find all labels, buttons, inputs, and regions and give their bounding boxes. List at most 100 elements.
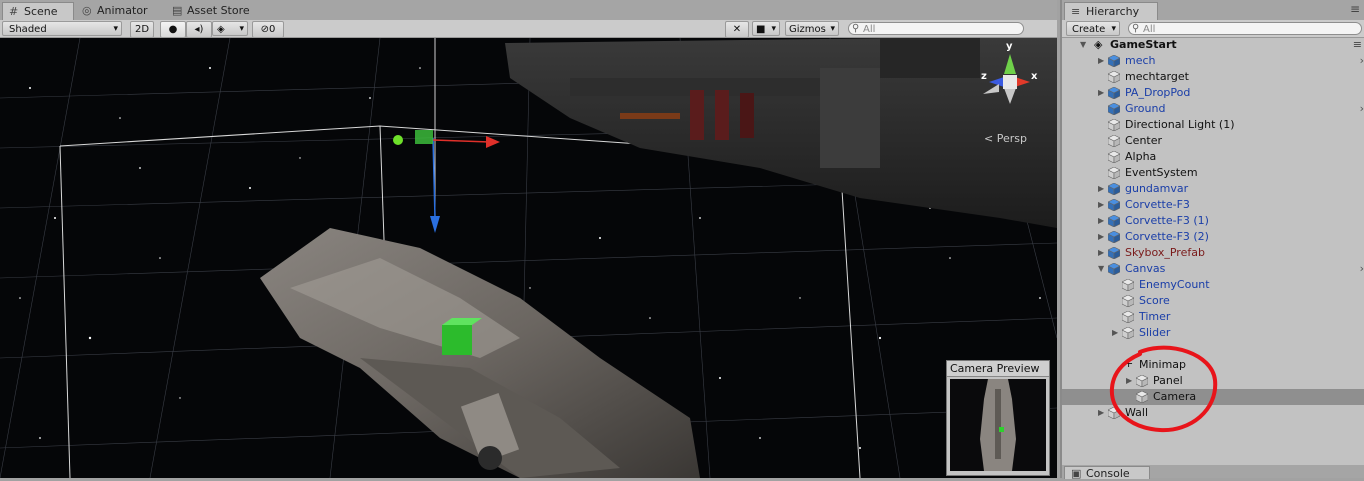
lighting-toggle[interactable]: ●	[160, 21, 186, 38]
console-tab-bar: ▣ Console	[1060, 465, 1364, 480]
hierarchy-item[interactable]: Ground ›	[1062, 101, 1364, 117]
light-bulb-icon: ●	[168, 24, 178, 35]
camera-preview-image	[950, 379, 1046, 471]
console-icon: ▣	[1071, 467, 1082, 480]
axis-z-label: z	[981, 71, 987, 82]
expand-arrow-icon[interactable]: ▶	[1098, 85, 1108, 101]
speaker-icon: ◂)	[194, 24, 204, 35]
prefab-cube-icon	[1107, 262, 1121, 276]
projection-toggle[interactable]: < Persp	[984, 132, 1027, 145]
tab-hierarchy[interactable]: ≡ Hierarchy	[1064, 2, 1158, 21]
expand-arrow-icon[interactable]: ▶	[1098, 181, 1108, 197]
scene-viewport[interactable]: y x z < Persp	[0, 38, 1057, 478]
prefab-cube-icon	[1107, 230, 1121, 244]
expand-arrow-icon[interactable]: ▶	[1098, 53, 1108, 69]
scene-toolbar: Shaded 2D ● ◂) ◈ ⊘0 ✕ ■ Gizmos All	[0, 20, 1057, 38]
gizmos-dropdown[interactable]: Gizmos	[785, 21, 839, 37]
gameobject-cube-icon	[1107, 70, 1121, 84]
hierarchy-item[interactable]: Alpha	[1062, 149, 1364, 165]
gameobject-cube-icon	[1107, 150, 1121, 164]
hierarchy-item-label: Center	[1125, 134, 1163, 147]
collapse-arrow-icon[interactable]: ▼	[1098, 261, 1108, 277]
chevron-right-icon[interactable]: ›	[1360, 261, 1364, 277]
hierarchy-tab-bar: ≡ Hierarchy ≡	[1062, 0, 1364, 21]
camera-preview-title: Camera Preview	[947, 361, 1049, 377]
expand-arrow-icon[interactable]: ▶	[1098, 197, 1108, 213]
prefab-cube-icon	[1107, 102, 1121, 116]
chevron-right-icon[interactable]: ›	[1360, 101, 1364, 117]
hierarchy-search-input[interactable]: All	[1128, 22, 1362, 35]
store-icon: ▤	[172, 4, 183, 17]
scene-search-input[interactable]: All	[848, 22, 1024, 35]
hierarchy-item-label: gundamvar	[1125, 182, 1189, 195]
gameobject-cube-icon	[1121, 326, 1135, 340]
hierarchy-item[interactable]: ▼ Canvas ›	[1062, 261, 1364, 277]
hierarchy-item-label: Skybox_Prefab	[1125, 246, 1205, 259]
tab-animator[interactable]: ◎ Animator	[76, 2, 156, 20]
unity-scene-icon: ◈	[1094, 38, 1103, 51]
tools-button[interactable]: ✕	[725, 21, 749, 38]
effects-dropdown[interactable]: ◈	[212, 21, 248, 37]
hierarchy-item[interactable]: EnemyCount	[1062, 277, 1364, 293]
annotation-circle	[1109, 345, 1218, 433]
window-menu-icon[interactable]: ≡	[1350, 2, 1360, 16]
chevron-right-icon[interactable]: ›	[1360, 53, 1364, 69]
gameobject-cube-icon	[1121, 310, 1135, 324]
hierarchy-item-label: PA_DropPod	[1125, 86, 1191, 99]
axis-y-label: y	[1006, 41, 1013, 52]
hierarchy-item[interactable]: ▶ gundamvar	[1062, 181, 1364, 197]
chevron-left-icon: <	[984, 132, 994, 145]
hierarchy-item[interactable]: Center	[1062, 133, 1364, 149]
tab-scene[interactable]: # Scene	[2, 2, 74, 21]
hierarchy-item-label: EventSystem	[1125, 166, 1198, 179]
hierarchy-item[interactable]: Directional Light (1)	[1062, 117, 1364, 133]
expand-arrow-icon[interactable]: ▶	[1098, 229, 1108, 245]
scene-tab-bar: # Scene ◎ Animator ▤ Asset Store	[0, 0, 1057, 21]
hierarchy-item-label: Timer	[1139, 310, 1171, 323]
expand-arrow-icon[interactable]: ▶	[1112, 325, 1122, 341]
hierarchy-item-label: Corvette-F3 (1)	[1125, 214, 1209, 227]
hierarchy-item[interactable]: ▶ Corvette-F3 (2)	[1062, 229, 1364, 245]
camera-icon: ■	[756, 24, 766, 35]
expand-arrow-icon[interactable]: ▶	[1098, 213, 1108, 229]
tools-icon: ✕	[732, 24, 742, 35]
camera-settings-dropdown[interactable]: ■	[752, 21, 780, 37]
hierarchy-item[interactable]: ▶ Corvette-F3	[1062, 197, 1364, 213]
prefab-cube-icon	[1107, 182, 1121, 196]
tab-console[interactable]: ▣ Console	[1064, 466, 1150, 480]
hierarchy-item[interactable]: EventSystem	[1062, 165, 1364, 181]
create-dropdown[interactable]: Create	[1066, 21, 1120, 37]
scene-menu-icon[interactable]: ≡	[1353, 37, 1362, 53]
hierarchy-item[interactable]: mechtarget	[1062, 69, 1364, 85]
prefab-cube-icon	[1107, 54, 1121, 68]
hierarchy-item-label: Directional Light (1)	[1125, 118, 1235, 131]
orientation-gizmo[interactable]: y x z	[975, 41, 1045, 114]
tab-asset-store[interactable]: ▤ Asset Store	[166, 2, 258, 20]
scene-header-row[interactable]: ▼ ◈ GameStart ≡	[1062, 37, 1364, 53]
prefab-cube-icon	[1107, 86, 1121, 100]
hierarchy-item[interactable]: ▶ Skybox_Prefab	[1062, 245, 1364, 261]
hierarchy-item-label: Ground	[1125, 102, 1166, 115]
hierarchy-item[interactable]: Score	[1062, 293, 1364, 309]
gameobject-cube-icon	[1121, 278, 1135, 292]
prefab-cube-icon	[1107, 246, 1121, 260]
audio-toggle[interactable]: ◂)	[186, 21, 212, 38]
hierarchy-item-label: Slider	[1139, 326, 1171, 339]
corvette-ship	[260, 228, 700, 478]
hierarchy-item[interactable]: Timer	[1062, 309, 1364, 325]
hierarchy-item-label: mech	[1125, 54, 1156, 67]
hierarchy-item[interactable]: ▶ Slider	[1062, 325, 1364, 341]
gameobject-cube-icon	[1107, 166, 1121, 180]
hidden-objects-toggle[interactable]: ⊘0	[252, 21, 284, 38]
expand-arrow-icon[interactable]: ▼	[1080, 37, 1090, 53]
camera-preview: Camera Preview	[946, 360, 1050, 476]
hierarchy-item[interactable]: ▶ mech ›	[1062, 53, 1364, 69]
toggle-2d-button[interactable]: 2D	[130, 21, 154, 38]
animator-icon: ◎	[82, 4, 92, 17]
expand-arrow-icon[interactable]: ▶	[1098, 245, 1108, 261]
hierarchy-item[interactable]: ▶ Corvette-F3 (1)	[1062, 213, 1364, 229]
prefab-cube-icon	[1107, 214, 1121, 228]
shading-mode-dropdown[interactable]: Shaded	[2, 21, 122, 37]
hidden-eye-icon: ⊘	[260, 24, 269, 35]
hierarchy-item[interactable]: ▶ PA_DropPod	[1062, 85, 1364, 101]
